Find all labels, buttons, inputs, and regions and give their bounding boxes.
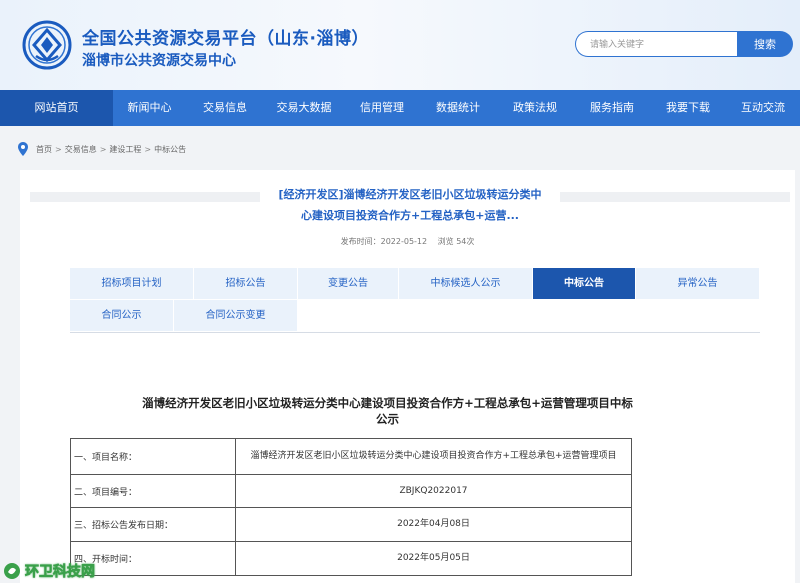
table-key: 二、项目编号： — [70, 474, 236, 508]
tab-contract-change[interactable]: 合同公示变更 — [174, 300, 298, 332]
article-meta: 发布时间：2022-05-12 浏览 54次 — [20, 236, 795, 247]
site-subtitle: 淄博市公共资源交易中心 — [82, 53, 236, 69]
table-row: 一、项目名称： 淄博经济开发区老旧小区垃圾转运分类中心建设项目投资合作方+工程总… — [70, 438, 632, 475]
view-count: 浏览 54次 — [437, 237, 475, 246]
site-logo-icon[interactable] — [22, 20, 72, 70]
table-value: 淄博经济开发区老旧小区垃圾转运分类中心建设项目投资合作方+工程总承包+运营管理项… — [235, 438, 632, 475]
nav-item-policy[interactable]: 政策法规 — [496, 90, 574, 126]
watermark-logo-icon — [4, 563, 20, 579]
tab-contract-notice[interactable]: 合同公示 — [70, 300, 174, 332]
content-panel: [经济开发区]淄博经济开发区老旧小区垃圾转运分类中 心建设项目投资合作方+工程总… — [20, 170, 795, 583]
tab-row-1: 招标项目计划 招标公告 变更公告 中标候选人公示 中标公告 异常公告 — [70, 268, 760, 300]
article-title-line2: 心建设项目投资合作方+工程总承包+运营... — [301, 209, 519, 222]
tab-award-notice[interactable]: 中标公告 — [533, 268, 636, 300]
breadcrumb-separator: > — [144, 144, 152, 154]
breadcrumb-trade-info[interactable]: 交易信息 — [65, 144, 97, 155]
watermark-text: 环卫科技网 — [25, 564, 96, 581]
table-value: ZBJKQ2022017 — [235, 474, 632, 508]
table-row: 二、项目编号： ZBJKQ2022017 — [70, 474, 632, 508]
nav-item-credit[interactable]: 信用管理 — [344, 90, 420, 126]
tab-row-2: 合同公示 合同公示变更 — [70, 300, 760, 332]
watermark: 环卫科技网 — [3, 560, 95, 582]
table-key: 四、开标时间： — [70, 541, 236, 576]
tab-divider — [70, 332, 760, 333]
document-title: 淄博经济开发区老旧小区垃圾转运分类中心建设项目投资合作方+工程总承包+运营管理项… — [70, 395, 705, 427]
site-title[interactable]: 全国公共资源交易平台（山东·淄博） — [82, 24, 369, 49]
nav-item-interaction[interactable]: 互动交流 — [726, 90, 800, 126]
nav-item-download[interactable]: 我要下载 — [650, 90, 726, 126]
location-pin-icon — [18, 142, 28, 156]
tab-abnormal-notice[interactable]: 异常公告 — [636, 268, 760, 300]
breadcrumb-home[interactable]: 首页 — [36, 144, 52, 155]
breadcrumb-current[interactable]: 中标公告 — [154, 144, 186, 155]
site-header: 全国公共资源交易平台（山东·淄博） 淄博市公共资源交易中心 搜索 — [0, 0, 800, 90]
tab-change-notice[interactable]: 变更公告 — [298, 268, 399, 300]
search-button[interactable]: 搜索 — [737, 31, 793, 57]
publish-date: 发布时间：2022-05-12 — [340, 237, 428, 246]
nav-item-service[interactable]: 服务指南 — [574, 90, 650, 126]
table-row: 三、招标公告发布日期： 2022年04月08日 — [70, 507, 632, 542]
table-key: 三、招标公告发布日期： — [70, 507, 236, 542]
breadcrumb-construction[interactable]: 建设工程 — [109, 144, 141, 155]
breadcrumb-separator: > — [55, 144, 62, 154]
table-value: 2022年05月05日 — [235, 541, 632, 576]
tab-candidate-notice[interactable]: 中标候选人公示 — [399, 268, 533, 300]
breadcrumb: 首页 > 交易信息 > 建设工程 > 中标公告 — [18, 141, 186, 157]
article-title-line1: [经济开发区]淄博经济开发区老旧小区垃圾转运分类中 — [278, 188, 542, 201]
tab-bid-plan[interactable]: 招标项目计划 — [70, 268, 194, 300]
award-info-table: 一、项目名称： 淄博经济开发区老旧小区垃圾转运分类中心建设项目投资合作方+工程总… — [70, 438, 632, 576]
nav-item-trade-info[interactable]: 交易信息 — [186, 90, 264, 126]
table-row: 四、开标时间： 2022年05月05日 — [70, 541, 632, 576]
document-title-line2: 公示 — [376, 412, 399, 426]
nav-item-home[interactable]: 网站首页 — [0, 90, 113, 126]
nav-item-statistics[interactable]: 数据统计 — [420, 90, 496, 126]
breadcrumb-separator: > — [99, 144, 107, 154]
notice-tabs: 招标项目计划 招标公告 变更公告 中标候选人公示 中标公告 异常公告 合同公示 … — [70, 268, 760, 332]
search-input[interactable] — [575, 31, 738, 57]
main-nav: 网站首页 新闻中心 交易信息 交易大数据 信用管理 数据统计 政策法规 服务指南… — [0, 90, 800, 126]
table-value: 2022年04月08日 — [235, 507, 632, 542]
tab-bid-notice[interactable]: 招标公告 — [194, 268, 298, 300]
nav-item-big-data[interactable]: 交易大数据 — [264, 90, 344, 126]
nav-item-news[interactable]: 新闻中心 — [113, 90, 186, 126]
document-title-line1: 淄博经济开发区老旧小区垃圾转运分类中心建设项目投资合作方+工程总承包+运营管理项… — [142, 396, 633, 410]
table-key: 一、项目名称： — [70, 438, 236, 475]
article-title-block: [经济开发区]淄博经济开发区老旧小区垃圾转运分类中 心建设项目投资合作方+工程总… — [260, 184, 560, 226]
